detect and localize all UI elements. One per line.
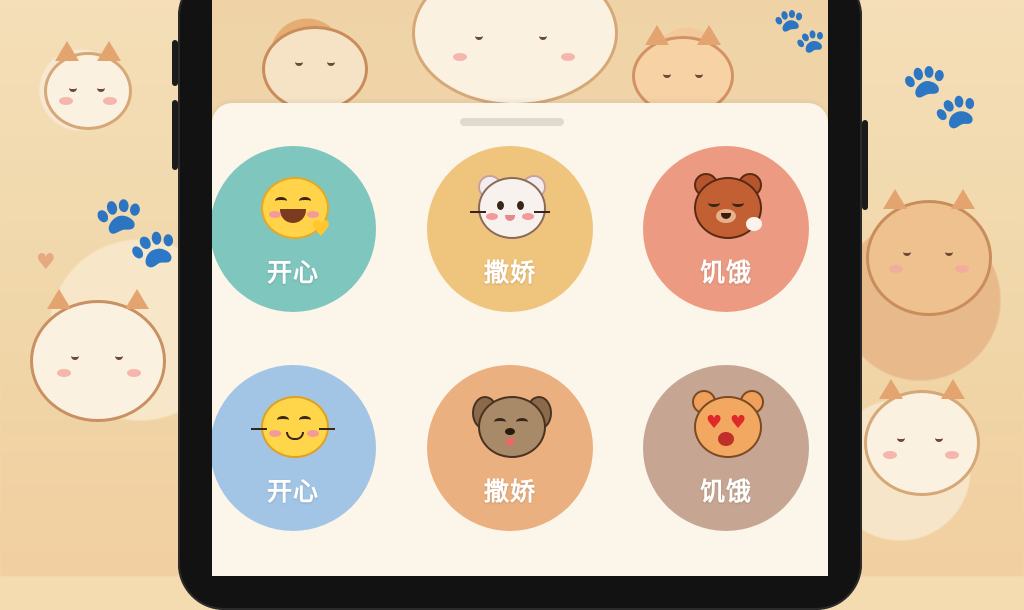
wallpaper-dog-icon [262,26,368,112]
background-cat-icon [864,379,980,496]
emotion-tile-hungry[interactable]: ♥ ♥ 饥饿 [643,365,809,531]
emotion-tile-happy[interactable]: ♥ 开心 [212,146,376,312]
background-cat-icon [44,41,132,130]
heart-icon: ♥ [36,250,56,275]
phone-side-button [862,120,868,210]
bear-face-icon [686,169,766,239]
background-cat-icon [30,289,166,422]
emotion-tile-hungry[interactable]: 饥饿 [643,146,809,312]
paw-print-icon: 🐾 [900,59,980,133]
emotion-label: 撒娇 [483,477,536,506]
phone-side-button [172,40,178,86]
paw-print-icon: 🐾 [772,5,827,56]
paw-print-icon: 🐾 [92,190,180,272]
smiling-cat-whisker-face-icon [251,388,335,458]
emotion-picker-sheet: ♥ 开心 撒娇 饥饿 开心 撒娇 ♥ ♥ 饥饿 [212,103,828,576]
emotion-label: 饥饿 [699,258,752,287]
heart-eyes-cat-face-icon: ♥ ♥ [686,388,766,458]
brown-puppy-face-icon [470,388,552,458]
emotion-tile-happy[interactable]: 开心 [212,365,376,531]
grinning-face-heart-icon: ♥ [253,169,333,242]
white-cat-face-icon [470,169,550,239]
emotion-label: 开心 [266,477,319,506]
background-cat-icon [866,189,992,316]
phone-screen: 🐾 ♥ 开心 撒娇 饥饿 开心 撒娇 ♥ ♥ 饥饿 [212,0,828,576]
emotion-label: 撒娇 [483,258,536,287]
phone-side-button [172,100,178,170]
sheet-drag-handle[interactable] [460,118,564,126]
emotion-tile-coquettish[interactable]: 撒娇 [427,146,593,312]
emotion-tile-coquettish[interactable]: 撒娇 [427,365,593,531]
emotion-label: 饥饿 [699,477,752,506]
emotion-label: 开心 [266,258,319,287]
